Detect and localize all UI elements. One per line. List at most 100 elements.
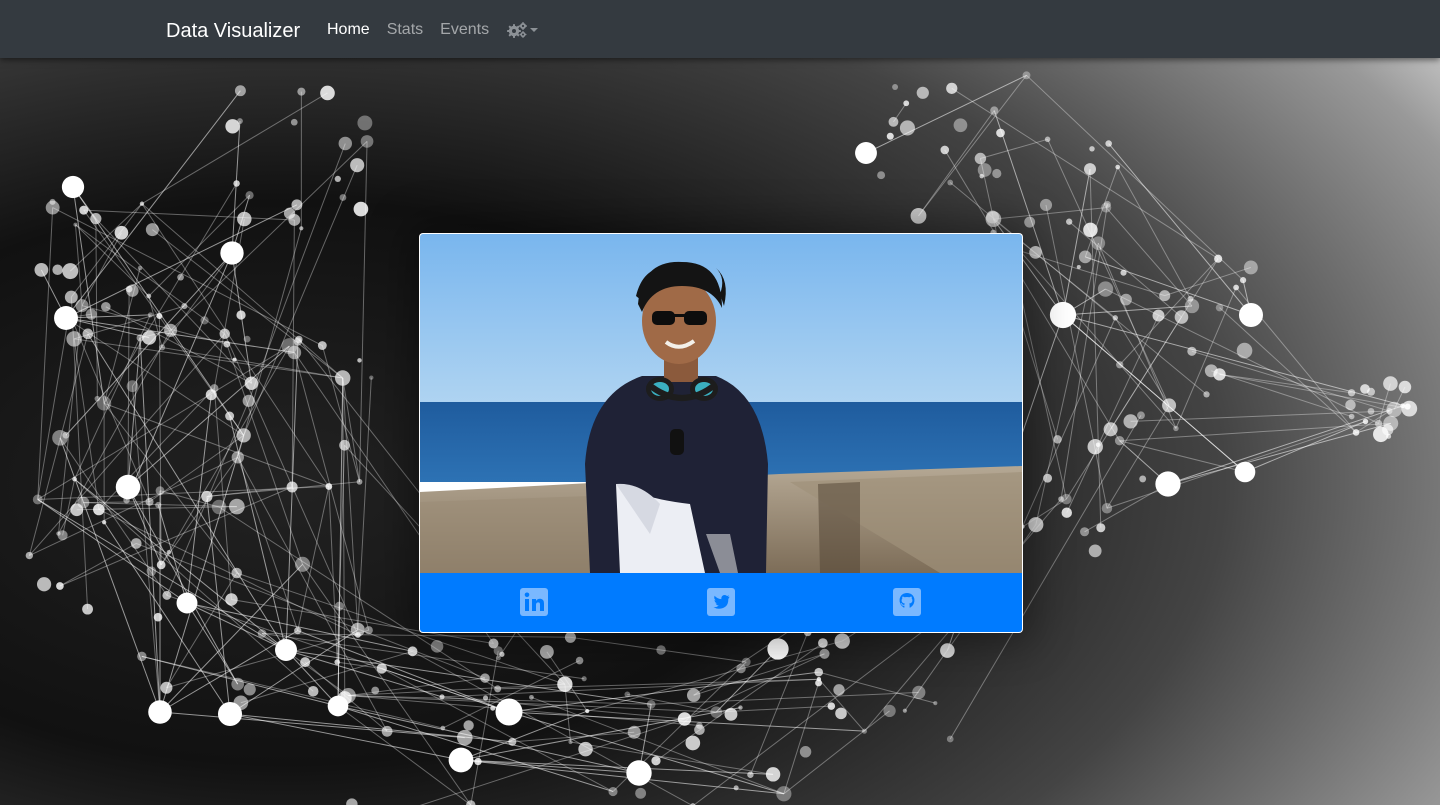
network-node bbox=[765, 767, 781, 782]
network-node bbox=[738, 705, 743, 710]
network-node bbox=[155, 501, 162, 509]
network-node bbox=[767, 638, 789, 660]
network-node bbox=[902, 708, 907, 713]
network-node bbox=[1239, 277, 1247, 284]
network-node bbox=[581, 676, 587, 682]
network-node bbox=[886, 132, 894, 140]
network-node bbox=[66, 331, 82, 347]
network-node bbox=[1080, 527, 1090, 537]
network-node bbox=[557, 676, 573, 692]
github-icon[interactable] bbox=[893, 588, 921, 616]
network-node bbox=[685, 735, 701, 751]
network-node bbox=[62, 431, 70, 439]
network-node bbox=[354, 632, 361, 638]
network-node bbox=[833, 684, 845, 696]
network-node bbox=[996, 128, 1005, 138]
network-node bbox=[334, 370, 351, 386]
network-node bbox=[1087, 439, 1103, 455]
network-node bbox=[495, 698, 523, 726]
network-node bbox=[75, 299, 89, 313]
network-node bbox=[677, 712, 692, 726]
network-node bbox=[32, 494, 43, 505]
network-node bbox=[910, 207, 927, 224]
network-node bbox=[916, 86, 929, 99]
network-node bbox=[1097, 281, 1114, 297]
network-node bbox=[369, 375, 374, 380]
network-node bbox=[334, 601, 344, 611]
network-node bbox=[237, 211, 252, 227]
network-node bbox=[430, 640, 444, 653]
network-node bbox=[90, 213, 102, 225]
linkedin-icon[interactable] bbox=[520, 588, 548, 616]
network-node bbox=[299, 226, 304, 231]
network-node bbox=[220, 241, 244, 265]
nav-link-events[interactable]: Events bbox=[440, 19, 489, 41]
network-node bbox=[482, 695, 489, 701]
network-node bbox=[1348, 413, 1355, 420]
network-node bbox=[819, 648, 830, 659]
network-node bbox=[1114, 436, 1125, 446]
nav-link-stats[interactable]: Stats bbox=[387, 19, 423, 41]
network-node bbox=[257, 629, 267, 638]
network-node bbox=[350, 158, 365, 173]
network-node bbox=[741, 657, 751, 667]
network-node bbox=[1233, 284, 1239, 291]
network-node bbox=[1116, 361, 1124, 369]
network-node bbox=[1187, 346, 1197, 356]
network-node bbox=[225, 593, 238, 606]
network-node bbox=[146, 293, 152, 299]
network-node bbox=[64, 290, 78, 304]
network-node bbox=[147, 312, 153, 318]
network-node bbox=[1386, 401, 1402, 418]
profile-card bbox=[419, 233, 1023, 633]
network-node bbox=[1101, 202, 1112, 213]
network-node bbox=[877, 171, 886, 180]
gears-icon bbox=[507, 22, 528, 38]
network-node bbox=[1044, 136, 1051, 143]
network-node bbox=[164, 323, 178, 337]
network-node bbox=[101, 301, 111, 312]
network-node bbox=[79, 205, 89, 215]
network-node bbox=[93, 503, 105, 516]
network-node bbox=[159, 344, 166, 351]
network-node bbox=[1214, 254, 1223, 263]
network-node bbox=[1347, 389, 1356, 397]
nav-link-home[interactable]: Home bbox=[327, 19, 370, 41]
network-node bbox=[1367, 407, 1375, 415]
brand-logo-text[interactable]: Data Visualizer bbox=[166, 17, 300, 45]
network-node bbox=[1105, 140, 1112, 147]
network-node bbox=[1096, 523, 1106, 533]
network-node bbox=[947, 179, 954, 186]
network-node bbox=[145, 497, 154, 506]
twitter-icon[interactable] bbox=[707, 588, 735, 616]
network-node bbox=[568, 739, 573, 745]
network-node bbox=[1204, 364, 1218, 378]
network-node bbox=[495, 655, 501, 661]
network-node bbox=[1137, 411, 1145, 420]
network-node bbox=[635, 787, 647, 799]
network-node bbox=[66, 310, 73, 316]
network-node bbox=[275, 639, 297, 661]
network-node bbox=[1095, 442, 1101, 448]
network-node bbox=[142, 330, 157, 345]
network-node bbox=[1374, 419, 1383, 428]
network-node bbox=[1139, 475, 1147, 483]
network-node bbox=[1155, 471, 1181, 497]
network-node bbox=[200, 316, 209, 325]
network-node bbox=[1091, 236, 1106, 250]
network-node bbox=[233, 180, 240, 187]
network-node bbox=[307, 685, 319, 697]
network-node bbox=[499, 651, 505, 657]
network-node bbox=[364, 626, 373, 635]
network-node bbox=[334, 659, 341, 665]
network-node bbox=[1120, 293, 1132, 306]
network-node bbox=[286, 481, 298, 493]
settings-dropdown-toggle[interactable] bbox=[506, 21, 539, 39]
network-node bbox=[231, 677, 245, 691]
network-node bbox=[953, 118, 968, 133]
network-node bbox=[231, 567, 242, 579]
network-node bbox=[816, 677, 822, 682]
network-node bbox=[381, 725, 393, 737]
network-node bbox=[940, 643, 955, 658]
network-node bbox=[102, 520, 107, 525]
